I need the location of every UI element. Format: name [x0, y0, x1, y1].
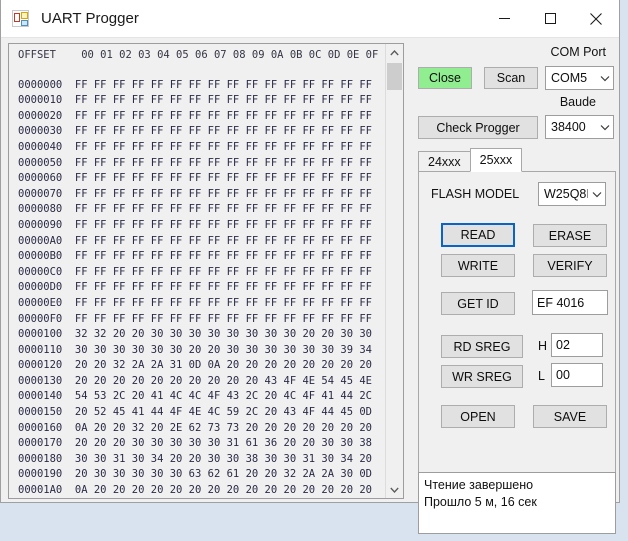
- scrollbar-thumb[interactable]: [387, 63, 402, 90]
- hex-row: 0000120 20 20 32 2A 2A 31 0D 0A 20 20 20…: [18, 359, 373, 372]
- hex-row: 0000130 20 20 20 20 20 20 20 20 20 20 43…: [18, 374, 373, 387]
- hex-row: 0000030 FF FF FF FF FF FF FF FF FF FF FF…: [18, 125, 373, 138]
- hex-row: 00001A0 0A 20 20 20 20 20 20 20 20 20 20…: [18, 484, 373, 497]
- hex-row: 0000160 0A 20 20 32 20 2E 62 73 73 20 20…: [18, 421, 373, 434]
- scroll-up-icon[interactable]: [386, 44, 403, 61]
- erase-button[interactable]: ERASE: [533, 224, 607, 247]
- hex-dump-view[interactable]: OFFSET 00 01 02 03 04 05 06 07 08 09 0A …: [8, 43, 404, 499]
- hex-header-gap: [18, 64, 385, 78]
- tab-page-25xxx: FLASH MODEL W25Q8I READ ERASE WRITE VERI…: [418, 171, 616, 473]
- caption-buttons: [481, 0, 619, 37]
- baude-value: 38400: [551, 120, 586, 134]
- minimize-button[interactable]: [481, 0, 527, 37]
- sreg-l-field[interactable]: 00: [551, 363, 603, 387]
- baude-label: Baude: [559, 95, 596, 109]
- control-panel: COM Port Close Scan COM5 Baude Check Pro…: [413, 38, 618, 541]
- hex-row: 0000080 FF FF FF FF FF FF FF FF FF FF FF…: [18, 203, 373, 216]
- scroll-down-icon[interactable]: [386, 481, 403, 498]
- close-button[interactable]: [573, 0, 619, 37]
- tab-25xxx[interactable]: 25xxx: [469, 148, 523, 172]
- hex-row: 0000060 FF FF FF FF FF FF FF FF FF FF FF…: [18, 172, 373, 185]
- get-id-button[interactable]: GET ID: [441, 292, 515, 315]
- hex-row: 0000180 30 30 31 30 34 20 20 30 30 38 30…: [18, 452, 373, 465]
- hex-dump-content: OFFSET 00 01 02 03 04 05 06 07 08 09 0A …: [9, 44, 385, 498]
- open-button[interactable]: OPEN: [441, 405, 515, 428]
- sreg-l-label: L: [538, 369, 545, 383]
- hex-vertical-scrollbar[interactable]: [385, 44, 403, 498]
- read-button[interactable]: READ: [441, 223, 515, 247]
- hex-rows-container: 0000000 FF FF FF FF FF FF FF FF FF FF FF…: [18, 78, 385, 498]
- hex-row: 00000E0 FF FF FF FF FF FF FF FF FF FF FF…: [18, 296, 373, 309]
- hex-row: 00000C0 FF FF FF FF FF FF FF FF FF FF FF…: [18, 265, 373, 278]
- sreg-h-field[interactable]: 02: [551, 333, 603, 357]
- write-button[interactable]: WRITE: [441, 254, 515, 277]
- hex-row: 0000020 FF FF FF FF FF FF FF FF FF FF FF…: [18, 109, 373, 122]
- wr-sreg-button[interactable]: WR SREG: [441, 365, 523, 388]
- hex-row: 0000070 FF FF FF FF FF FF FF FF FF FF FF…: [18, 187, 373, 200]
- hex-row: 0000010 FF FF FF FF FF FF FF FF FF FF FF…: [18, 94, 373, 107]
- sreg-h-label: H: [538, 339, 548, 353]
- hex-row: 00000D0 FF FF FF FF FF FF FF FF FF FF FF…: [18, 281, 373, 294]
- flash-model-label: FLASH MODEL: [431, 187, 520, 201]
- hex-row: 00000B0 FF FF FF FF FF FF FF FF FF FF FF…: [18, 250, 373, 263]
- status-log[interactable]: Чтение завершено Прошло 5 м, 16 сек: [418, 472, 616, 534]
- hex-row: 00000F0 FF FF FF FF FF FF FF FF FF FF FF…: [18, 312, 373, 325]
- hex-row: 00000A0 FF FF FF FF FF FF FF FF FF FF FF…: [18, 234, 373, 247]
- hex-row: 0000050 FF FF FF FF FF FF FF FF FF FF FF…: [18, 156, 373, 169]
- close-port-button[interactable]: Close: [418, 67, 472, 89]
- check-progger-button[interactable]: Check Progger: [418, 116, 538, 139]
- title-bar[interactable]: UART Progger: [1, 0, 619, 38]
- save-button[interactable]: SAVE: [533, 405, 607, 428]
- flash-model-value: W25Q8I: [544, 187, 588, 201]
- hex-row: 0000170 20 20 20 30 30 30 30 30 31 61 36…: [18, 437, 373, 450]
- com-port-label: COM Port: [550, 45, 606, 59]
- form-designer-icon: [12, 10, 29, 27]
- hex-row: 0000110 30 30 30 30 30 30 20 20 30 30 30…: [18, 343, 373, 356]
- chevron-down-icon: [588, 191, 605, 198]
- hex-row: 0000190 20 30 30 30 30 30 63 62 61 20 20…: [18, 468, 373, 481]
- verify-button[interactable]: VERIFY: [533, 254, 607, 277]
- hex-row: 0000150 20 52 45 41 44 4F 4E 4C 59 2C 20…: [18, 406, 373, 419]
- chevron-down-icon: [596, 75, 613, 82]
- baude-select[interactable]: 38400: [545, 115, 614, 139]
- chip-id-field[interactable]: EF 4016: [532, 290, 608, 315]
- flash-model-select[interactable]: W25Q8I: [538, 182, 606, 206]
- maximize-button[interactable]: [527, 0, 573, 37]
- chevron-down-icon: [596, 124, 613, 131]
- app-window: UART Progger OFFSET 00 01 02 03 04 05 06…: [0, 0, 620, 534]
- tab-header-row: 24xxx 25xxx: [418, 148, 523, 172]
- hex-row: 0000100 32 32 20 20 30 30 30 30 30 30 30…: [18, 328, 373, 341]
- hex-row: 0000040 FF FF FF FF FF FF FF FF FF FF FF…: [18, 140, 373, 153]
- hex-header-row: OFFSET 00 01 02 03 04 05 06 07 08 09 0A …: [18, 49, 379, 61]
- rd-sreg-button[interactable]: RD SREG: [441, 335, 523, 358]
- scan-button[interactable]: Scan: [484, 67, 538, 89]
- com-port-value: COM5: [551, 71, 588, 85]
- client-area: OFFSET 00 01 02 03 04 05 06 07 08 09 0A …: [1, 38, 619, 534]
- hex-row: 0000140 54 53 2C 20 41 4C 4C 4F 43 2C 20…: [18, 390, 373, 403]
- com-port-select[interactable]: COM5: [545, 66, 614, 90]
- hex-row: 0000090 FF FF FF FF FF FF FF FF FF FF FF…: [18, 218, 373, 231]
- window-title: UART Progger: [41, 10, 139, 27]
- tab-24xxx[interactable]: 24xxx: [418, 151, 471, 172]
- memory-type-tabs: 24xxx 25xxx FLASH MODEL W25Q8I READ ERAS…: [418, 148, 616, 501]
- hex-row: 0000000 FF FF FF FF FF FF FF FF FF FF FF…: [18, 78, 373, 91]
